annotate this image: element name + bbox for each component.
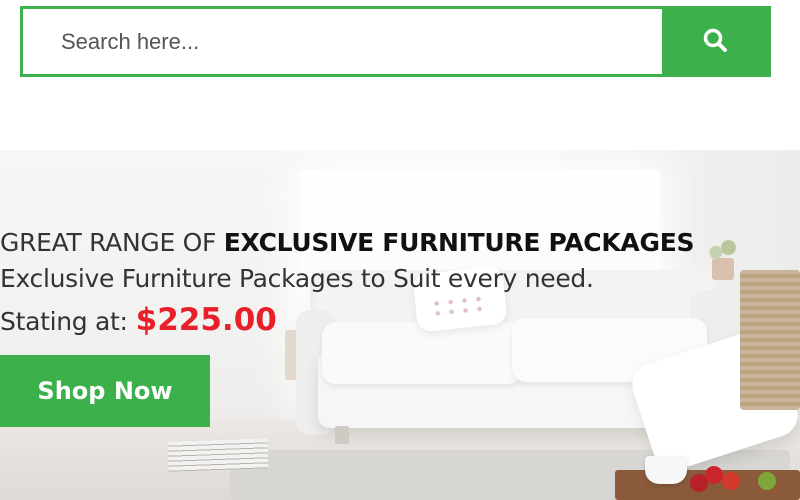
shop-now-button[interactable]: Shop Now xyxy=(0,355,210,427)
search-icon xyxy=(702,27,728,56)
price-value: $225.00 xyxy=(135,302,277,338)
headline-light-text: GREAT RANGE OF xyxy=(0,228,224,257)
search-button[interactable] xyxy=(662,9,768,74)
price-line: Stating at: $225.00 xyxy=(0,302,277,338)
banner-headline: GREAT RANGE OF EXCLUSIVE FURNITURE PACKA… xyxy=(0,228,694,257)
hero-banner: GREAT RANGE OF EXCLUSIVE FURNITURE PACKA… xyxy=(0,150,800,500)
search-input[interactable] xyxy=(23,9,662,74)
banner-subtitle: Exclusive Furniture Packages to Suit eve… xyxy=(0,264,594,293)
headline-bold-text: EXCLUSIVE FURNITURE PACKAGES xyxy=(223,228,695,257)
price-label: Stating at: xyxy=(0,307,128,336)
search-bar xyxy=(20,6,771,77)
